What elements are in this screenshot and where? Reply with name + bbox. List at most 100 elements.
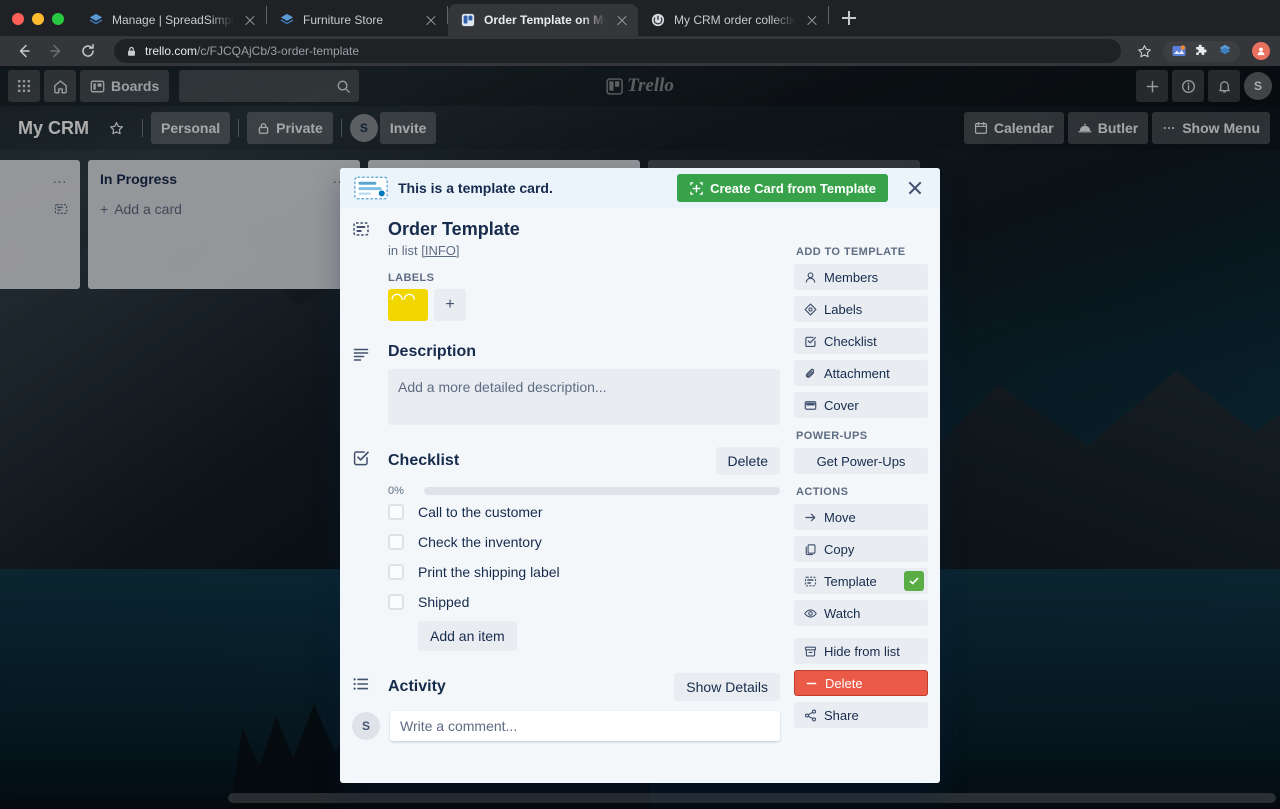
profile-avatar[interactable] <box>1252 42 1270 60</box>
checkbox-icon[interactable] <box>388 564 404 580</box>
checklist-item[interactable]: Print the shipping label <box>388 557 780 587</box>
label-icon <box>803 302 817 316</box>
window-traffic-lights <box>8 13 76 36</box>
add-labels-button[interactable]: Labels <box>794 296 928 322</box>
template-button[interactable]: Template <box>794 568 928 594</box>
close-icon[interactable] <box>242 12 258 28</box>
label-pattern-icon: ◠◠ <box>391 291 415 305</box>
browser-tab-4[interactable]: My CRM order collection | Inte <box>638 4 828 36</box>
checkbox-icon[interactable] <box>388 534 404 550</box>
tab-title: My CRM order collection | Inte <box>674 13 796 27</box>
comment-input[interactable]: Write a comment... <box>390 711 780 741</box>
add-label-button[interactable]: + <box>434 289 466 321</box>
browser-chrome: Manage | SpreadSimple Furniture Store Or… <box>0 0 1280 66</box>
lock-icon <box>126 46 137 57</box>
template-label: Template <box>824 574 877 589</box>
create-from-template-label: Create Card from Template <box>710 181 876 196</box>
card-title[interactable]: Order Template <box>388 218 780 240</box>
add-attachment-button[interactable]: Attachment <box>794 360 928 386</box>
template-banner-text: This is a template card. <box>398 180 667 196</box>
browser-tab-3-active[interactable]: Order Template on My CRM | T <box>448 4 638 36</box>
eye-icon <box>803 606 817 620</box>
back-button[interactable] <box>10 39 38 63</box>
browser-toolbar: trello.com/c/FJCQAjCb/3-order-template <box>0 36 1280 66</box>
copy-icon <box>803 542 817 556</box>
tab-title: Manage | SpreadSimple <box>112 13 234 27</box>
browser-tab-2[interactable]: Furniture Store <box>267 4 447 36</box>
copy-button[interactable]: Copy <box>794 536 928 562</box>
label-chip-yellow[interactable]: ◠◠ <box>388 289 428 321</box>
browser-tab-1[interactable]: Manage | SpreadSimple <box>76 4 266 36</box>
checklist-items: Call to the customer Check the inventory… <box>388 497 780 617</box>
add-cover-label: Cover <box>824 398 859 413</box>
close-icon[interactable] <box>804 12 820 28</box>
maximize-window-button[interactable] <box>52 13 64 25</box>
checklist-item[interactable]: Call to the customer <box>388 497 780 527</box>
template-icon <box>803 574 817 588</box>
create-from-template-icon <box>689 181 704 196</box>
url-path: /c/FJCQAjCb/3-order-template <box>197 44 359 58</box>
cover-icon <box>803 398 817 412</box>
puzzle-extension-icon[interactable] <box>1193 43 1210 60</box>
power-ups-heading: Power-Ups <box>796 430 928 442</box>
template-banner: This is a template card. Create Card fro… <box>340 168 940 208</box>
activity-heading: Activity <box>388 678 446 696</box>
hide-from-list-button[interactable]: Hide from list <box>794 638 928 664</box>
description-section: Description Add a more detailed descript… <box>352 343 780 425</box>
labels-row-wrap: Labels ◠◠ + <box>352 272 780 321</box>
add-members-label: Members <box>824 270 878 285</box>
bookmark-star-icon[interactable] <box>1133 40 1155 62</box>
checkbox-icon[interactable] <box>388 504 404 520</box>
activity-icon <box>352 673 376 701</box>
checklist-item[interactable]: Shipped <box>388 587 780 617</box>
description-input[interactable]: Add a more detailed description... <box>388 369 780 425</box>
add-members-button[interactable]: Members <box>794 264 928 290</box>
get-power-ups-button[interactable]: Get Power-Ups <box>794 448 928 474</box>
checklist-item-label: Call to the customer <box>418 504 543 520</box>
activity-header: Activity Show Details <box>388 673 780 701</box>
in-list-link[interactable]: [INFO] <box>421 243 459 258</box>
trello-icon <box>460 12 476 28</box>
checklist-body: Checklist Delete 0% Call to the customer <box>388 447 780 651</box>
minimize-window-button[interactable] <box>32 13 44 25</box>
delete-button[interactable]: Delete <box>794 670 928 696</box>
image-extension-icon[interactable] <box>1170 43 1187 60</box>
arrow-right-icon <box>803 510 817 524</box>
address-bar[interactable]: trello.com/c/FJCQAjCb/3-order-template <box>114 39 1121 63</box>
template-card-icon <box>354 176 388 200</box>
card-title-row: Order Template in list [INFO] <box>352 218 780 258</box>
checklist-progress-percent: 0% <box>388 485 414 497</box>
show-details-button[interactable]: Show Details <box>674 673 780 701</box>
checklist-item-label: Print the shipping label <box>418 564 560 580</box>
member-icon <box>803 270 817 284</box>
add-checklist-label: Checklist <box>824 334 877 349</box>
watch-button[interactable]: Watch <box>794 600 928 626</box>
actions-heading: Actions <box>796 486 928 498</box>
comment-avatar[interactable]: S <box>352 712 380 740</box>
checkbox-icon[interactable] <box>388 594 404 610</box>
add-checklist-item-button[interactable]: Add an item <box>418 621 517 651</box>
delete-checklist-button[interactable]: Delete <box>716 447 780 475</box>
reload-button[interactable] <box>74 39 102 63</box>
create-card-from-template-button[interactable]: Create Card from Template <box>677 174 888 202</box>
close-icon[interactable] <box>902 175 928 201</box>
checklist-item[interactable]: Check the inventory <box>388 527 780 557</box>
forward-button[interactable] <box>42 39 70 63</box>
close-icon[interactable] <box>423 12 439 28</box>
watch-label: Watch <box>824 606 860 621</box>
share-button[interactable]: Share <box>794 702 928 728</box>
minus-icon <box>804 676 818 690</box>
move-button[interactable]: Move <box>794 504 928 530</box>
close-icon[interactable] <box>614 12 630 28</box>
description-body: Description Add a more detailed descript… <box>388 343 780 425</box>
card-title-body: Order Template in list [INFO] <box>388 218 780 258</box>
activity-section: Activity Show Details <box>352 673 780 701</box>
actions-group: Actions Move Copy <box>794 486 928 728</box>
close-window-button[interactable] <box>12 13 24 25</box>
add-cover-button[interactable]: Cover <box>794 392 928 418</box>
checklist-icon <box>352 447 376 651</box>
attachment-icon <box>803 366 817 380</box>
new-tab-button[interactable] <box>835 4 863 32</box>
add-checklist-button[interactable]: Checklist <box>794 328 928 354</box>
dropbox-extension-icon[interactable] <box>1216 43 1233 60</box>
